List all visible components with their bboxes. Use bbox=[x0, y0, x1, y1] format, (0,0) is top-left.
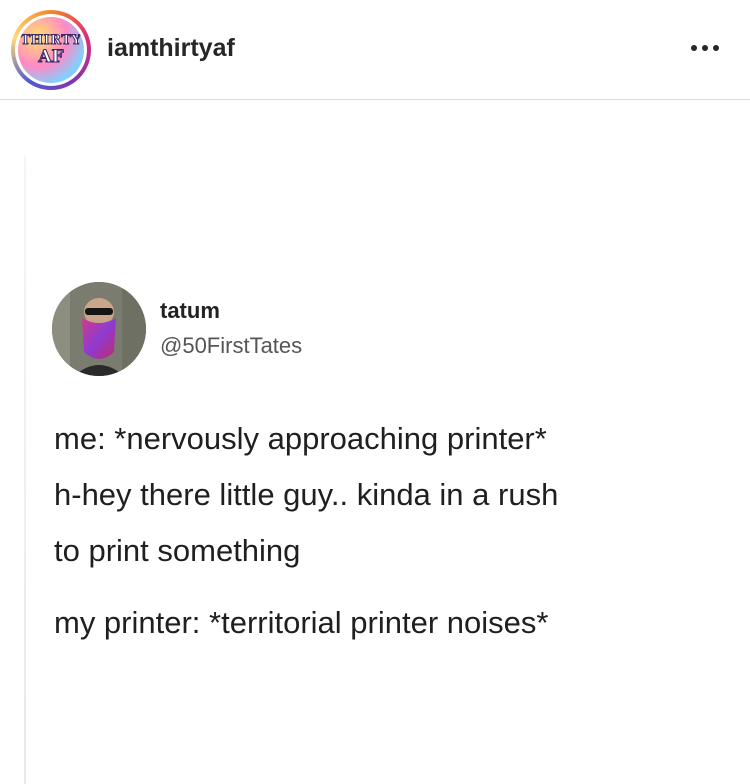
tweet-text-line: h-hey there little guy.. kinda in a rush bbox=[54, 477, 559, 512]
tweet-text-line: to print something bbox=[54, 533, 301, 568]
avatar-inner: THIRTY AF bbox=[15, 14, 87, 86]
tweet-author-name: tatum bbox=[160, 298, 220, 323]
screenshot-edge bbox=[24, 156, 26, 784]
logo-line1: THIRTY bbox=[20, 33, 82, 48]
logo-line2: AF bbox=[38, 47, 64, 67]
more-dot-icon bbox=[702, 45, 708, 51]
tweet-text-line: me: *nervously approaching printer* bbox=[54, 421, 547, 456]
more-dot-icon bbox=[713, 45, 719, 51]
more-options-button[interactable] bbox=[680, 38, 730, 58]
more-dot-icon bbox=[691, 45, 697, 51]
post-header: THIRTY AF iamthirtyaf bbox=[0, 0, 750, 100]
tweet-avatar bbox=[52, 282, 146, 376]
profile-avatar[interactable]: THIRTY AF bbox=[11, 10, 91, 90]
bearded-man-avatar-icon bbox=[52, 282, 146, 376]
post-image: tatum @50FirstTates me: *nervously appro… bbox=[0, 101, 750, 784]
username[interactable]: iamthirtyaf bbox=[107, 32, 235, 64]
tweet-text-line: my printer: *territorial printer noises* bbox=[54, 605, 549, 640]
tweet-author-handle: @50FirstTates bbox=[160, 333, 303, 358]
thirty-af-logo: THIRTY AF bbox=[18, 17, 84, 83]
